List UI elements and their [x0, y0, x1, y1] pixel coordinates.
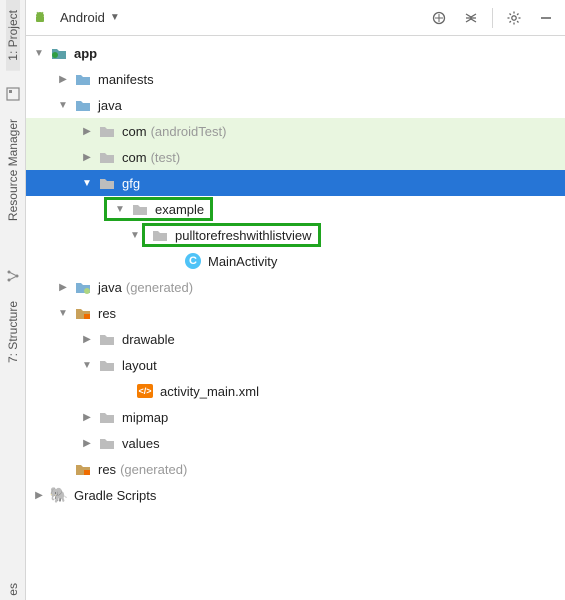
project-tree[interactable]: ▼ app ▶ manifests ▼ java ▶ com (androidT…	[26, 36, 565, 600]
node-label: manifests	[98, 72, 154, 87]
node-label: values	[122, 436, 160, 451]
node-label: example	[155, 202, 204, 217]
folder-icon	[98, 434, 116, 452]
expand-arrow-icon[interactable]: ▶	[80, 124, 94, 138]
folder-icon	[98, 408, 116, 426]
node-label: layout	[122, 358, 157, 373]
tree-node-app[interactable]: ▼ app	[26, 40, 565, 66]
tree-node-layout[interactable]: ▼ layout	[26, 352, 565, 378]
package-icon	[98, 148, 116, 166]
expand-arrow-icon[interactable]: ▼	[56, 306, 70, 320]
node-label: MainActivity	[208, 254, 277, 269]
tree-node-java[interactable]: ▼ java	[26, 92, 565, 118]
folder-icon	[74, 460, 92, 478]
expand-arrow-icon[interactable]: ▼	[113, 202, 127, 216]
package-icon	[98, 174, 116, 192]
tree-node-com-androidtest[interactable]: ▶ com (androidTest)	[26, 118, 565, 144]
expand-arrow-icon[interactable]: ▼	[80, 358, 94, 372]
tool-window-strip: 1: Project Resource Manager 7: Structure…	[0, 0, 26, 600]
view-mode-dropdown[interactable]: Android ▼	[54, 6, 126, 29]
expand-arrow-icon[interactable]: ▼	[56, 98, 70, 112]
android-icon	[32, 10, 48, 26]
dropdown-label: Android	[60, 10, 105, 25]
node-label: res	[98, 306, 116, 321]
node-suffix: (generated)	[126, 280, 193, 295]
project-tool-window: Android ▼ ▼ app ▶ manifests ▼	[26, 0, 565, 600]
tree-node-example[interactable]: ▼ example	[26, 196, 565, 222]
chevron-down-icon: ▼	[110, 12, 120, 23]
tree-node-mipmap[interactable]: ▶ mipmap	[26, 404, 565, 430]
folder-icon	[74, 304, 92, 322]
tree-node-com-test[interactable]: ▶ com (test)	[26, 144, 565, 170]
class-icon: C	[184, 252, 202, 270]
node-label: Gradle Scripts	[74, 488, 156, 503]
node-label: res	[98, 462, 116, 477]
expand-arrow-icon[interactable]: ▼	[32, 46, 46, 60]
expand-arrow-icon[interactable]: ▶	[56, 280, 70, 294]
node-suffix: (generated)	[120, 462, 187, 477]
module-icon	[50, 44, 68, 62]
package-icon	[98, 122, 116, 140]
expand-arrow-icon[interactable]: ▶	[56, 72, 70, 86]
tree-node-java-generated[interactable]: ▶ java (generated)	[26, 274, 565, 300]
tree-node-pulltorefresh[interactable]: ▼ pulltorefreshwithlistview	[26, 222, 565, 248]
highlight-box: pulltorefreshwithlistview	[142, 223, 321, 247]
tab-es-partial[interactable]: es	[6, 579, 20, 600]
node-label: java	[98, 280, 122, 295]
tab-structure[interactable]: 7: Structure	[6, 291, 20, 373]
expand-arrow-icon[interactable]: ▶	[32, 488, 46, 502]
folder-icon	[74, 278, 92, 296]
settings-button[interactable]	[501, 5, 527, 31]
collapse-all-button[interactable]	[458, 5, 484, 31]
tree-node-gradle-scripts[interactable]: ▶ 🐘 Gradle Scripts	[26, 482, 565, 508]
node-label: java	[98, 98, 122, 113]
folder-icon	[74, 70, 92, 88]
tree-node-values[interactable]: ▶ values	[26, 430, 565, 456]
tree-node-mainactivity[interactable]: ▶ C MainActivity	[26, 248, 565, 274]
folder-icon	[98, 356, 116, 374]
structure-icon	[4, 267, 22, 285]
folder-icon	[74, 96, 92, 114]
tree-node-gfg[interactable]: ▼ gfg	[26, 170, 565, 196]
node-suffix: (test)	[151, 150, 181, 165]
tree-node-manifests[interactable]: ▶ manifests	[26, 66, 565, 92]
highlight-box: ▼ example	[104, 197, 213, 221]
node-label: com	[122, 150, 147, 165]
expand-arrow-icon[interactable]: ▶	[80, 436, 94, 450]
expand-arrow-icon[interactable]: ▶	[80, 150, 94, 164]
node-label: com	[122, 124, 147, 139]
hide-button[interactable]	[533, 5, 559, 31]
resource-manager-icon	[4, 85, 22, 103]
node-label: mipmap	[122, 410, 168, 425]
node-label: app	[74, 46, 97, 61]
package-icon	[131, 200, 149, 218]
node-label: drawable	[122, 332, 175, 347]
tree-node-res-generated[interactable]: ▶ res (generated)	[26, 456, 565, 482]
node-label: gfg	[122, 176, 140, 191]
tree-node-drawable[interactable]: ▶ drawable	[26, 326, 565, 352]
folder-icon	[98, 330, 116, 348]
project-toolbar: Android ▼	[26, 0, 565, 36]
expand-arrow-icon[interactable]: ▶	[80, 410, 94, 424]
toolbar-divider	[492, 8, 493, 28]
expand-arrow-icon[interactable]: ▶	[80, 332, 94, 346]
node-label: activity_main.xml	[160, 384, 259, 399]
gradle-icon: 🐘	[50, 486, 68, 504]
tree-node-activity-main[interactable]: ▶ </> activity_main.xml	[26, 378, 565, 404]
node-label: pulltorefreshwithlistview	[175, 228, 312, 243]
expand-arrow-icon[interactable]: ▼	[80, 176, 94, 190]
select-opened-file-button[interactable]	[426, 5, 452, 31]
node-suffix: (androidTest)	[151, 124, 227, 139]
expand-arrow-icon[interactable]: ▼	[128, 228, 142, 242]
tree-node-res[interactable]: ▼ res	[26, 300, 565, 326]
xml-file-icon: </>	[136, 382, 154, 400]
tab-project[interactable]: 1: Project	[6, 0, 20, 71]
tab-resource-manager[interactable]: Resource Manager	[6, 109, 20, 231]
package-icon	[151, 226, 169, 244]
